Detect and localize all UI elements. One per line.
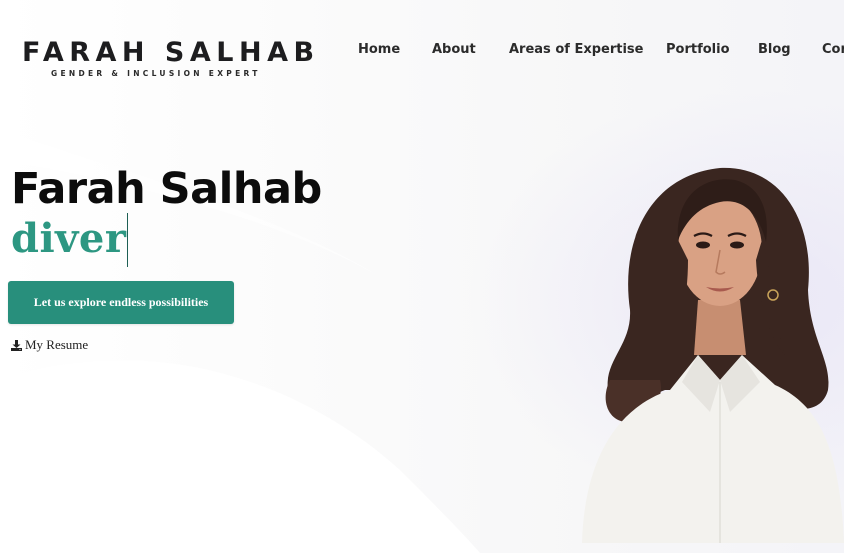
- explore-possibilities-button[interactable]: Let us explore endless possibilities: [8, 281, 234, 324]
- logo-tagline: GENDER & INCLUSION EXPERT: [51, 69, 261, 78]
- portrait-photo: [582, 167, 844, 543]
- nav-portfolio[interactable]: Portfolio: [666, 42, 730, 57]
- nav-about[interactable]: About: [432, 42, 476, 57]
- site-logo[interactable]: FARAH SALHAB GENDER & INCLUSION EXPERT: [22, 37, 320, 79]
- hero-name: Farah Salhab: [11, 164, 322, 214]
- nav-blog[interactable]: Blog: [758, 42, 791, 57]
- resume-label: My Resume: [25, 337, 89, 352]
- nav-areas-of-expertise[interactable]: Areas of Expertise: [509, 42, 643, 57]
- typed-headline: diver: [11, 213, 129, 267]
- nav-contact[interactable]: Cor: [822, 42, 844, 57]
- resume-link[interactable]: My Resume: [11, 337, 88, 353]
- nav-home[interactable]: Home: [358, 42, 400, 57]
- typing-cursor: [127, 213, 129, 267]
- typed-text: diver: [11, 215, 127, 262]
- logo-name: FARAH SALHAB: [22, 37, 320, 68]
- download-icon: [11, 339, 22, 351]
